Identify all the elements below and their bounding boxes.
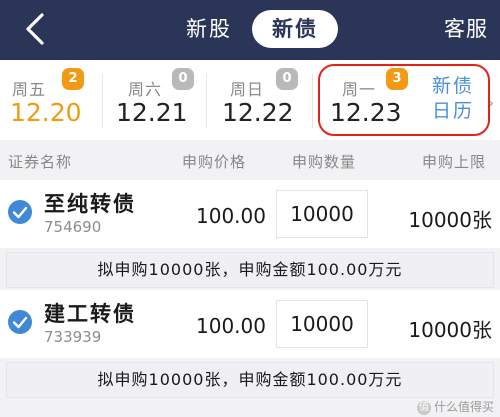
back-chevron-icon[interactable]	[20, 12, 50, 46]
column-header-qty: 申购数量	[292, 153, 357, 171]
tab-new-stock[interactable]: 新股	[186, 10, 232, 48]
bond-name: 建工转债	[44, 302, 136, 326]
day-date-label: 12.22	[222, 98, 294, 127]
watermark: 值什么值得买	[416, 398, 494, 415]
bond-price: 100.00	[196, 314, 266, 338]
column-header-name: 证券名称	[8, 153, 73, 171]
bond-name: 至纯转债	[44, 192, 136, 216]
table-row: 建工转债 733939 100.00 10000 10000张	[0, 290, 500, 358]
bond-code: 754690	[44, 218, 102, 236]
subscription-summary: 拟申购10000张，申购金额100.00万元	[6, 362, 494, 398]
day-count-badge: 0	[172, 68, 194, 90]
watermark-logo-icon: 值	[416, 400, 431, 415]
customer-service-button[interactable]: 客服	[444, 10, 488, 48]
quantity-input[interactable]: 10000	[276, 190, 368, 238]
day-count-badge: 0	[276, 68, 298, 90]
day-weekday-label: 周五	[12, 80, 47, 99]
top-nav-bar: 新股 新债 客服	[0, 0, 500, 60]
red-annotation-circle	[318, 64, 490, 136]
table-header: 证券名称 申购价格 申购数量 申购上限	[0, 140, 500, 180]
day-item-friday[interactable]: 周五 2 12.20	[0, 60, 100, 140]
bond-limit: 10000张	[408, 208, 492, 232]
day-date-label: 12.21	[116, 98, 188, 127]
bond-limit: 10000张	[408, 318, 492, 342]
column-header-limit: 申购上限	[422, 153, 487, 171]
day-date-label: 12.20	[10, 98, 82, 127]
table-row: 至纯转债 754690 100.00 10000 10000张	[0, 180, 500, 248]
divider	[312, 74, 313, 128]
check-circle-icon[interactable]	[8, 200, 32, 224]
day-item-saturday[interactable]: 周六 0 12.21	[104, 60, 204, 140]
day-weekday-label: 周六	[128, 80, 163, 99]
day-count-badge: 2	[62, 68, 84, 90]
subscription-summary: 拟申购10000张，申购金额100.00万元	[6, 252, 494, 288]
tab-new-bond[interactable]: 新债	[252, 10, 338, 48]
quantity-input[interactable]: 10000	[276, 300, 368, 348]
divider	[206, 74, 207, 128]
divider	[102, 74, 103, 128]
day-weekday-label: 周日	[230, 80, 265, 99]
bond-code: 733939	[44, 328, 102, 346]
column-header-price: 申购价格	[182, 153, 247, 171]
check-circle-icon[interactable]	[8, 310, 32, 334]
watermark-text: 什么值得买	[433, 400, 494, 414]
day-item-sunday[interactable]: 周日 0 12.22	[208, 60, 308, 140]
bond-price: 100.00	[196, 204, 266, 228]
